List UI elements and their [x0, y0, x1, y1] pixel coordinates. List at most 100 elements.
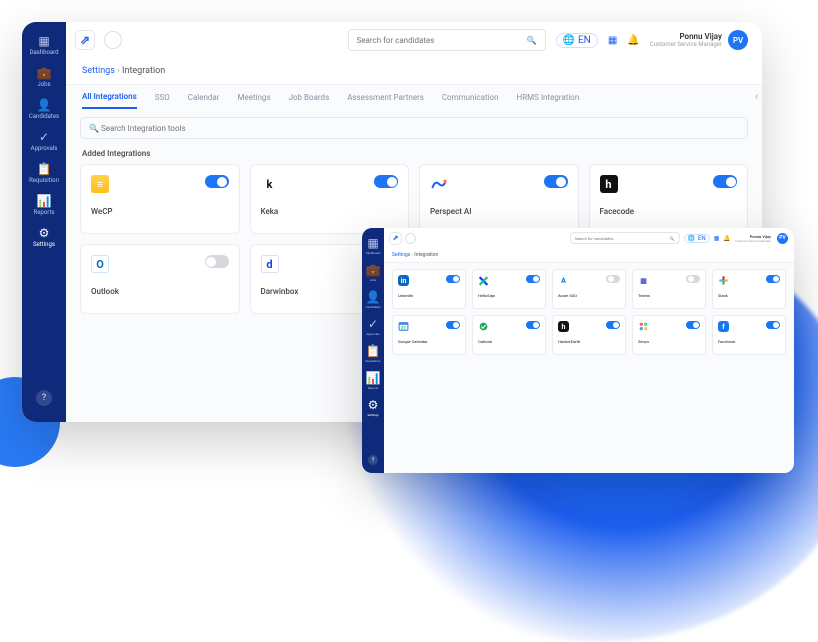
integration-icon: ≡	[91, 175, 109, 193]
global-search[interactable]: 🔍	[570, 232, 680, 244]
sidebar-item-jobs[interactable]: 💼Jobs	[22, 62, 66, 92]
integration-tabs: All Integrations SSO Calendar Meetings Job B…	[66, 85, 762, 109]
integration-card[interactable]: hFacecode	[589, 164, 749, 234]
integration-search-input[interactable]	[101, 124, 739, 133]
breadcrumb: Settings › Integration	[66, 58, 762, 85]
sidebar-item-label: Candidates	[365, 305, 380, 309]
sidebar-item-settings[interactable]: ⚙Settings	[362, 394, 384, 421]
global-search-input[interactable]	[357, 36, 527, 45]
crumb-integration: Integration	[414, 252, 438, 258]
integration-toggle[interactable]	[686, 275, 700, 283]
integration-toggle[interactable]	[205, 175, 229, 188]
app-logo[interactable]: ⇗	[76, 31, 94, 49]
apps-icon[interactable]: ▦	[608, 35, 617, 46]
tab-sso[interactable]: SSO	[155, 87, 170, 108]
candidates-icon: 👤	[37, 98, 52, 112]
reports-icon: 📊	[37, 194, 52, 208]
integration-card[interactable]: ▦Teams	[632, 269, 706, 309]
integration-card[interactable]: Perspect AI	[419, 164, 579, 234]
sidebar: ▦Dashboard💼Jobs👤Candidates✓Approvals📋Req…	[362, 228, 384, 473]
integration-toggle[interactable]	[766, 275, 780, 283]
integration-name: Teams	[638, 293, 700, 298]
integration-name: Keka	[261, 207, 399, 216]
tab-calendar[interactable]: Calendar	[188, 87, 220, 108]
language-switch[interactable]: 🌐EN	[556, 33, 598, 48]
sidebar-item-approvals[interactable]: ✓Approvals	[22, 126, 66, 156]
search-icon: 🔍	[670, 236, 675, 241]
integration-toggle[interactable]	[374, 175, 398, 188]
integration-card[interactable]: Outlook	[472, 315, 546, 355]
integration-toggle[interactable]	[205, 255, 229, 268]
sidebar-item-approvals[interactable]: ✓Approvals	[362, 313, 384, 340]
org-avatar[interactable]	[104, 31, 122, 49]
integration-toggle[interactable]	[526, 275, 540, 283]
integration-toggle[interactable]	[606, 275, 620, 283]
sidebar-item-dashboard[interactable]: ▦Dashboard	[22, 30, 66, 60]
sidebar-item-requisition[interactable]: 📋Requisition	[362, 340, 384, 367]
tab-hrms-integration[interactable]: HRMS Integration	[517, 87, 580, 108]
sidebar-item-requisition[interactable]: 📋Requisition	[22, 158, 66, 188]
integration-card[interactable]: O Outlook	[80, 244, 240, 314]
integration-card[interactable]: kKeka	[250, 164, 410, 234]
integration-toggle[interactable]	[544, 175, 568, 188]
chevron-left-icon[interactable]: ‹	[755, 92, 758, 103]
approvals-icon: ✓	[368, 317, 378, 331]
integration-toggle[interactable]	[446, 321, 460, 329]
user-menu[interactable]: Ponnu Vijay Customer Service Manager PV	[735, 233, 788, 244]
integration-card[interactable]: inLinkedIn	[392, 269, 466, 309]
section-heading: Added Integrations	[66, 139, 762, 164]
help-icon[interactable]: ?	[368, 455, 378, 465]
tab-all-integrations[interactable]: All Integrations	[82, 86, 137, 109]
tab-assessment-partners[interactable]: Assessment Partners	[347, 87, 424, 108]
integration-card[interactable]: Slack	[712, 269, 786, 309]
global-search[interactable]: 🔍	[348, 29, 546, 51]
global-search-input[interactable]	[575, 236, 670, 241]
language-switch[interactable]: 🌐EN	[684, 234, 710, 243]
breadcrumb: Settings › Integration	[384, 248, 794, 263]
topbar: ⇗ 🔍 🌐EN ▦ 🔔 Ponnu Vijay Customer Service…	[384, 228, 794, 248]
user-name: Ponnu Vijay	[650, 32, 722, 41]
tab-communication[interactable]: Communication	[442, 87, 499, 108]
integration-card[interactable]: HelloSign	[472, 269, 546, 309]
integration-card[interactable]: Zimyo	[632, 315, 706, 355]
avatar[interactable]: PV	[728, 30, 748, 50]
tab-meetings[interactable]: Meetings	[237, 87, 270, 108]
integration-card[interactable]: hHackerEarth	[552, 315, 626, 355]
integration-toggle[interactable]	[766, 321, 780, 329]
integration-name: Outlook	[91, 287, 229, 296]
apps-icon[interactable]: ▦	[714, 235, 720, 242]
sidebar-item-jobs[interactable]: 💼Jobs	[362, 259, 384, 286]
integration-card[interactable]: fFacebook	[712, 315, 786, 355]
integration-icon: f	[718, 321, 729, 332]
help-icon[interactable]: ?	[36, 390, 52, 406]
integration-card[interactable]: AAzure SSO	[552, 269, 626, 309]
user-menu[interactable]: Ponnu Vijay Customer Service Manager PV	[650, 30, 748, 50]
integration-toggle[interactable]	[686, 321, 700, 329]
sidebar-item-reports[interactable]: 📊Reports	[22, 190, 66, 220]
org-avatar[interactable]	[405, 233, 416, 244]
notifications-icon[interactable]: 🔔	[723, 235, 730, 242]
integration-toggle[interactable]	[606, 321, 620, 329]
integration-icon: h	[558, 321, 569, 332]
integration-icon: O	[91, 255, 109, 273]
integration-toggle[interactable]	[526, 321, 540, 329]
avatar[interactable]: PV	[777, 233, 788, 244]
integration-card[interactable]: ≡WeCP	[80, 164, 240, 234]
sidebar-item-settings[interactable]: ⚙Settings	[22, 222, 66, 252]
sidebar-item-candidates[interactable]: 👤Candidates	[362, 286, 384, 313]
integration-name: Zimyo	[638, 339, 700, 344]
crumb-settings[interactable]: Settings	[392, 252, 410, 258]
integration-search[interactable]: 🔍	[80, 117, 748, 139]
notifications-icon[interactable]: 🔔	[627, 35, 639, 46]
app-logo[interactable]: ⇗	[390, 233, 401, 244]
crumb-integration: Integration	[122, 66, 165, 76]
sidebar-item-dashboard[interactable]: ▦Dashboard	[362, 232, 384, 259]
integration-toggle[interactable]	[446, 275, 460, 283]
settings-icon: ⚙	[39, 226, 50, 240]
tab-job-boards[interactable]: Job Boards	[289, 87, 330, 108]
crumb-settings[interactable]: Settings	[82, 66, 115, 76]
sidebar-item-candidates[interactable]: 👤Candidates	[22, 94, 66, 124]
integration-toggle[interactable]	[713, 175, 737, 188]
integration-card[interactable]: 31Google Calendar	[392, 315, 466, 355]
sidebar-item-reports[interactable]: 📊Reports	[362, 367, 384, 394]
